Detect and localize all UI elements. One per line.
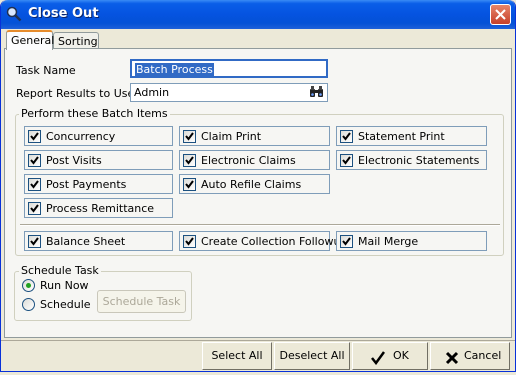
checkbox-auto-refile-claims[interactable]: Auto Refile Claims [179,174,330,194]
checkmark-icon [30,237,39,246]
checkbox-concurrency-label: Concurrency [46,130,116,143]
binoculars-lookup-icon[interactable] [309,86,324,101]
checkbox-claim-print-label: Claim Print [201,130,262,143]
schedule-task-legend: Schedule Task [19,264,101,277]
checkbox-electronic-claims-box[interactable] [183,154,196,167]
checkbox-auto-refile-claims-label: Auto Refile Claims [201,178,302,191]
checkmark-icon [342,237,351,246]
checkbox-mail-merge-label: Mail Merge [358,235,419,248]
checkbox-electronic-statements[interactable]: Electronic Statements [336,150,487,170]
checkbox-create-collection-followup-box[interactable] [183,235,196,248]
close-out-dialog: Close Out General Sorting Task Name Batc… [0,0,516,372]
tab-sorting[interactable]: Sorting [53,32,99,49]
window-title: Close Out [28,6,99,21]
checkbox-process-remittance-label: Process Remittance [46,202,155,215]
checkbox-electronic-statements-label: Electronic Statements [358,154,480,167]
close-window-button[interactable] [490,4,511,25]
checkmark-icon [30,204,39,213]
task-name-value: Batch Process [135,63,214,76]
checkbox-create-collection-followup-label: Create Collection Followup [201,235,348,248]
checkmark-icon [30,132,39,141]
checkbox-balance-sheet[interactable]: Balance Sheet [24,231,173,251]
tab-general[interactable]: General [6,30,55,50]
checkbox-electronic-statements-box[interactable] [340,154,353,167]
task-name-input[interactable]: Batch Process [130,59,328,78]
schedule-task-button[interactable]: Schedule Task [97,290,186,313]
checkbox-claim-print[interactable]: Claim Print [179,126,330,146]
checkbox-concurrency[interactable]: Concurrency [24,126,173,146]
tab-general-label: General [11,34,55,47]
batch-items-divider [20,224,500,226]
report-user-value: Admin [134,86,170,99]
ok-button[interactable]: OK [352,342,428,370]
title-bar[interactable]: Close Out [1,0,515,29]
batch-items-legend: Perform these Batch Items [19,107,170,120]
run-now-radio[interactable] [22,279,35,292]
checkbox-process-remittance-box[interactable] [28,202,41,215]
dialog-button-bar: Select All Deselect All OK Cancel [1,340,515,371]
checkmark-icon [342,156,351,165]
checkmark-icon [30,156,39,165]
checkbox-post-visits-box[interactable] [28,154,41,167]
checkmark-icon [30,180,39,189]
task-name-label: Task Name [16,64,76,77]
tab-sorting-label: Sorting [58,35,98,48]
select-all-label: Select All [211,349,263,362]
checkbox-auto-refile-claims-box[interactable] [183,178,196,191]
radio-selected-dot [26,283,31,288]
checkmark-icon [185,156,194,165]
deselect-all-button[interactable]: Deselect All [274,342,350,370]
checkbox-create-collection-followup[interactable]: Create Collection Followup [179,231,347,251]
schedule-radio[interactable] [22,298,35,311]
magnifier-app-icon [6,6,22,22]
checkbox-mail-merge[interactable]: Mail Merge [336,231,487,251]
checkbox-claim-print-box[interactable] [183,130,196,143]
checkbox-statement-print-box[interactable] [340,130,353,143]
report-user-field[interactable]: Admin [130,83,328,102]
x-cancel-icon [445,349,459,375]
checkbox-post-visits-label: Post Visits [46,154,102,167]
close-icon [495,9,506,20]
checkmark-icon [185,180,194,189]
select-all-button[interactable]: Select All [202,342,272,370]
checkbox-process-remittance[interactable]: Process Remittance [24,198,173,218]
checkmark-icon [371,349,386,375]
cancel-button[interactable]: Cancel [430,342,510,370]
deselect-all-label: Deselect All [279,349,345,362]
checkmark-icon [185,237,194,246]
checkbox-statement-print-label: Statement Print [358,130,445,143]
checkbox-post-visits[interactable]: Post Visits [24,150,173,170]
checkmark-icon [185,132,194,141]
checkmark-icon [342,132,351,141]
cancel-label: Cancel [464,349,502,362]
checkbox-post-payments-label: Post Payments [46,178,127,191]
run-now-label[interactable]: Run Now [40,279,89,292]
checkbox-mail-merge-box[interactable] [340,235,353,248]
checkbox-post-payments-box[interactable] [28,178,41,191]
checkbox-balance-sheet-label: Balance Sheet [46,235,126,248]
checkbox-post-payments[interactable]: Post Payments [24,174,173,194]
checkbox-electronic-claims-label: Electronic Claims [201,154,296,167]
checkbox-statement-print[interactable]: Statement Print [336,126,487,146]
checkbox-electronic-claims[interactable]: Electronic Claims [179,150,330,170]
checkbox-balance-sheet-box[interactable] [28,235,41,248]
checkbox-concurrency-box[interactable] [28,130,41,143]
report-results-label: Report Results to User [16,87,139,100]
ok-label: OK [393,349,409,362]
schedule-label[interactable]: Schedule [40,298,91,311]
